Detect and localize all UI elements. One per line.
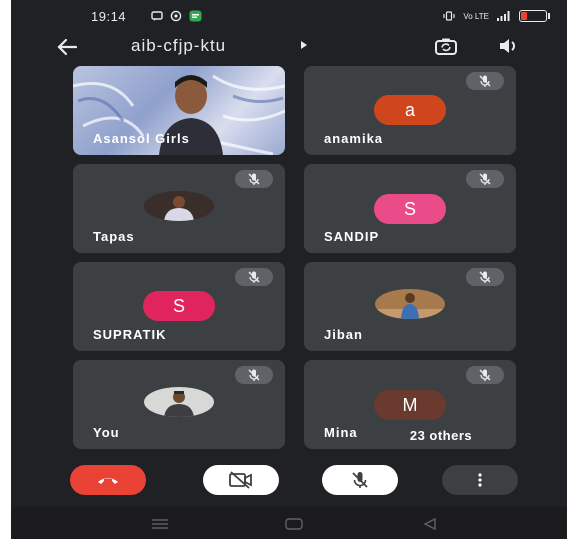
others-count-chip[interactable]: 23 others — [366, 424, 516, 446]
mic-muted-indicator — [235, 268, 273, 286]
mic-off-icon — [479, 369, 491, 381]
participant-name: You — [93, 425, 120, 440]
participant-tile[interactable]: Asansol Girls — [73, 66, 285, 155]
participant-name: anamika — [324, 131, 384, 146]
profile-photo — [144, 191, 214, 221]
avatar-letter: a — [404, 99, 415, 120]
avatar: S — [143, 291, 215, 321]
participant-name: Jiban — [324, 327, 363, 342]
profile-photo — [375, 289, 445, 319]
participant-tile[interactable]: a anamika — [304, 66, 516, 155]
avatar-letter: S — [403, 198, 416, 219]
mic-muted-indicator — [466, 366, 504, 384]
participant-name: Asansol Girls — [93, 131, 190, 146]
status-system-icons: Vo LTE — [443, 10, 550, 22]
participant-tile[interactable]: Tapas — [73, 164, 285, 253]
avatar-letter: M — [402, 394, 418, 415]
participant-name: SUPRATIK — [93, 327, 167, 342]
status-time: 19:14 — [91, 9, 127, 24]
menu-icon[interactable] — [151, 519, 169, 529]
avatar: S — [374, 194, 446, 224]
meeting-code[interactable]: aib-cfjp-ktu — [131, 36, 226, 56]
avatar: M — [374, 390, 446, 420]
participant-name: Mina — [324, 425, 358, 440]
mic-off-icon — [352, 472, 368, 488]
mic-muted-indicator — [466, 72, 504, 90]
home-icon[interactable] — [285, 518, 303, 530]
mic-muted-indicator — [235, 170, 273, 188]
camera-off-icon — [229, 471, 252, 489]
camera-toggle-button[interactable] — [203, 465, 279, 495]
mic-off-icon — [248, 369, 260, 381]
mic-off-icon — [479, 75, 491, 87]
caret-right-icon[interactable] — [300, 40, 308, 50]
participant-name: SANDIP — [324, 229, 380, 244]
avatar-photo — [144, 191, 214, 221]
end-call-button[interactable] — [70, 465, 146, 495]
call-header: aib-cfjp-ktu — [11, 34, 567, 60]
whatsapp-icon — [170, 10, 182, 22]
avatar-photo — [375, 289, 445, 319]
avatar: a — [374, 95, 446, 125]
signal-label: Vo LTE — [463, 11, 489, 21]
participant-tile[interactable]: Jiban — [304, 262, 516, 351]
mic-off-icon — [479, 271, 491, 283]
status-notification-icons — [151, 10, 202, 22]
avatar-photo — [144, 387, 214, 417]
mic-muted-indicator — [235, 366, 273, 384]
switch-camera-icon[interactable] — [434, 37, 458, 57]
mic-off-icon — [248, 173, 260, 185]
vibrate-icon — [443, 11, 455, 21]
chat-app-icon — [189, 10, 202, 22]
mic-muted-indicator — [466, 170, 504, 188]
more-options-button[interactable] — [442, 465, 518, 495]
participant-tile[interactable]: S SANDIP — [304, 164, 516, 253]
phone-end-icon — [98, 478, 118, 484]
back-icon[interactable] — [423, 518, 437, 530]
participant-tile[interactable]: S SUPRATIK — [73, 262, 285, 351]
speaker-icon[interactable] — [498, 37, 518, 55]
battery-icon — [519, 10, 550, 22]
more-vert-icon — [478, 473, 482, 487]
status-bar: 19:14 Vo LTE — [11, 0, 567, 34]
mic-toggle-button[interactable] — [322, 465, 398, 495]
back-arrow-icon[interactable] — [55, 36, 79, 58]
mic-muted-indicator — [466, 268, 504, 286]
mic-off-icon — [248, 271, 260, 283]
participant-name: Tapas — [93, 229, 135, 244]
message-icon — [151, 10, 163, 21]
system-nav-bar — [11, 507, 567, 539]
mic-off-icon — [479, 173, 491, 185]
avatar-letter: S — [172, 295, 185, 316]
participant-tile[interactable]: You — [73, 360, 285, 449]
signal-icon — [497, 11, 510, 21]
profile-photo — [144, 387, 214, 417]
phone-screen: 19:14 Vo LTE aib-cfjp-ktu Asansol Girls … — [11, 0, 567, 539]
